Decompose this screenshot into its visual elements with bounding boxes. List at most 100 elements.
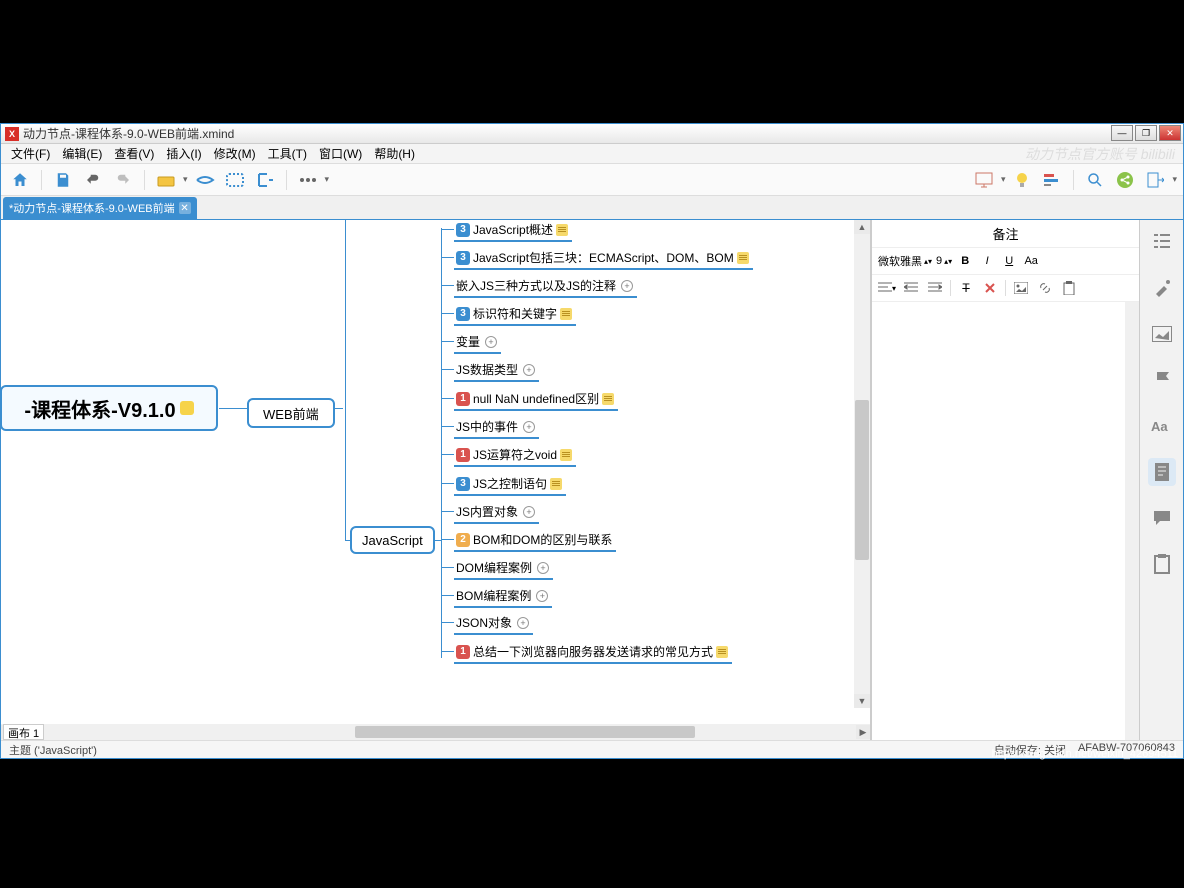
image-button[interactable]	[1012, 279, 1030, 297]
outline-icon[interactable]	[1148, 228, 1176, 256]
topic-node[interactable]: JSON对象 +	[454, 613, 533, 635]
expand-icon[interactable]: +	[523, 421, 535, 433]
search-icon[interactable]	[1082, 167, 1108, 193]
priority-icon: 2	[456, 533, 470, 547]
topic-label: JSON对象	[456, 614, 512, 631]
expand-icon[interactable]: +	[621, 280, 633, 292]
scroll-up-icon[interactable]: ▲	[854, 220, 870, 234]
share-icon[interactable]	[1112, 167, 1138, 193]
topic-node[interactable]: 1总结一下浏览器向服务器发送请求的常见方式	[454, 642, 732, 664]
picture-icon[interactable]	[1148, 320, 1176, 348]
notes-textarea[interactable]	[872, 302, 1139, 758]
vertical-scrollbar[interactable]: ▲ ▼	[854, 220, 870, 708]
topic-node[interactable]: 3JS之控制语句	[454, 474, 566, 496]
note-icon	[560, 449, 572, 461]
topic-node[interactable]: 嵌入JS三种方式以及JS的注释 +	[454, 276, 637, 298]
menu-edit[interactable]: 编辑(E)	[56, 143, 108, 164]
topic-node[interactable]: JS中的事件+	[454, 417, 539, 439]
horizontal-scrollbar[interactable]: ◀ ▶ 画布 1	[1, 724, 870, 740]
align-button[interactable]: ▾	[878, 279, 896, 297]
home-icon[interactable]	[7, 167, 33, 193]
horizontal-scroll-thumb[interactable]	[355, 726, 695, 738]
notes-icon[interactable]	[1148, 458, 1176, 486]
notes-title: 备注	[872, 220, 1139, 248]
strike-button[interactable]: T	[957, 279, 975, 297]
menu-insert[interactable]: 插入(I)	[160, 143, 207, 164]
topic-node[interactable]: 1null NaN undefined区别	[454, 389, 618, 411]
menu-view[interactable]: 查看(V)	[108, 143, 160, 164]
expand-icon[interactable]: +	[517, 617, 529, 629]
javascript-node[interactable]: JavaScript	[350, 526, 435, 554]
menu-window[interactable]: 窗口(W)	[313, 143, 368, 164]
menu-help[interactable]: 帮助(H)	[368, 143, 421, 164]
clear-format-button[interactable]	[981, 279, 999, 297]
tab-close-icon[interactable]: ✕	[179, 202, 191, 214]
mindmap-canvas[interactable]: -课程体系-V9.1.0 WEB前端 JavaScript 3JavaScrip…	[1, 220, 870, 724]
underline-button[interactable]: U	[1000, 252, 1018, 270]
web-node[interactable]: WEB前端	[247, 398, 335, 428]
topic-node[interactable]: JS数据类型+	[454, 360, 539, 382]
minimize-button[interactable]: —	[1111, 125, 1133, 141]
priority-icon: 3	[456, 251, 470, 265]
indent-left-button[interactable]	[902, 279, 920, 297]
topic-label: null NaN undefined区别	[473, 390, 599, 407]
window-title: 动力节点-课程体系-9.0-WEB前端.xmind	[23, 125, 234, 142]
expand-icon[interactable]: +	[523, 506, 535, 518]
italic-button[interactable]: I	[978, 252, 996, 270]
web-label: WEB前端	[263, 404, 319, 423]
expand-icon[interactable]: +	[536, 590, 548, 602]
export-icon[interactable]	[1142, 167, 1168, 193]
topic-label: JavaScript概述	[473, 221, 553, 238]
brush-icon[interactable]	[1148, 274, 1176, 302]
flag-icon[interactable]	[1148, 366, 1176, 394]
root-node[interactable]: -课程体系-V9.1.0	[1, 385, 218, 431]
redo-icon[interactable]	[110, 167, 136, 193]
topic-label: 变量	[456, 333, 480, 350]
comments-icon[interactable]	[1148, 504, 1176, 532]
undo-icon[interactable]	[80, 167, 106, 193]
presentation-icon[interactable]	[971, 167, 997, 193]
topic-node[interactable]: 3标识符和关键字	[454, 304, 576, 326]
topic-node[interactable]: DOM编程案例+	[454, 558, 553, 580]
expand-icon[interactable]: +	[537, 562, 549, 574]
text-case-button[interactable]: Aa	[1022, 252, 1040, 270]
summary-icon[interactable]	[252, 167, 278, 193]
topic-node[interactable]: 变量 +	[454, 332, 501, 354]
font-size-select[interactable]: 9▴▾	[936, 255, 952, 267]
expand-icon[interactable]: +	[485, 336, 497, 348]
topic-node[interactable]: 2BOM和DOM的区别与联系	[454, 530, 616, 552]
expand-icon[interactable]: +	[523, 364, 535, 376]
new-sheet-icon[interactable]	[153, 167, 179, 193]
boundary-icon[interactable]	[222, 167, 248, 193]
topic-node[interactable]: 3JavaScript包括三块：ECMAScript、DOM、BOM	[454, 248, 753, 270]
scroll-right-icon[interactable]: ▶	[856, 725, 870, 739]
topic-node[interactable]: BOM编程案例+	[454, 586, 552, 608]
notes-scrollbar[interactable]	[1125, 302, 1139, 758]
gantt-icon[interactable]	[1039, 167, 1065, 193]
indent-right-button[interactable]	[926, 279, 944, 297]
menu-modify[interactable]: 修改(M)	[208, 143, 262, 164]
topic-node[interactable]: 1JS运算符之void	[454, 445, 576, 467]
topic-label: 嵌入JS三种方式以及JS的注释	[456, 277, 616, 294]
topic-node[interactable]: JS内置对象 +	[454, 502, 539, 524]
topic-label: JS内置对象	[456, 503, 518, 520]
bold-button[interactable]: B	[956, 252, 974, 270]
close-button[interactable]: ✕	[1159, 125, 1181, 141]
more-icon[interactable]	[295, 167, 321, 193]
clipboard-button[interactable]	[1060, 279, 1078, 297]
menu-file[interactable]: 文件(F)	[5, 143, 56, 164]
menu-tools[interactable]: 工具(T)	[262, 143, 313, 164]
topic-node[interactable]: 3JavaScript概述	[454, 220, 572, 242]
save-icon[interactable]	[50, 167, 76, 193]
sheet-tab[interactable]: 画布 1	[3, 724, 44, 740]
bulb-icon[interactable]	[1009, 167, 1035, 193]
maximize-button[interactable]: ❐	[1135, 125, 1157, 141]
task-icon[interactable]	[1148, 550, 1176, 578]
font-family-select[interactable]: 微软雅黑▴▾	[878, 253, 932, 269]
text-style-icon[interactable]: Aa	[1148, 412, 1176, 440]
scroll-down-icon[interactable]: ▼	[854, 694, 870, 708]
link-button[interactable]	[1036, 279, 1054, 297]
relationship-icon[interactable]	[192, 167, 218, 193]
document-tab[interactable]: *动力节点-课程体系-9.0-WEB前端 ✕	[3, 197, 197, 219]
vertical-scroll-thumb[interactable]	[855, 400, 869, 560]
